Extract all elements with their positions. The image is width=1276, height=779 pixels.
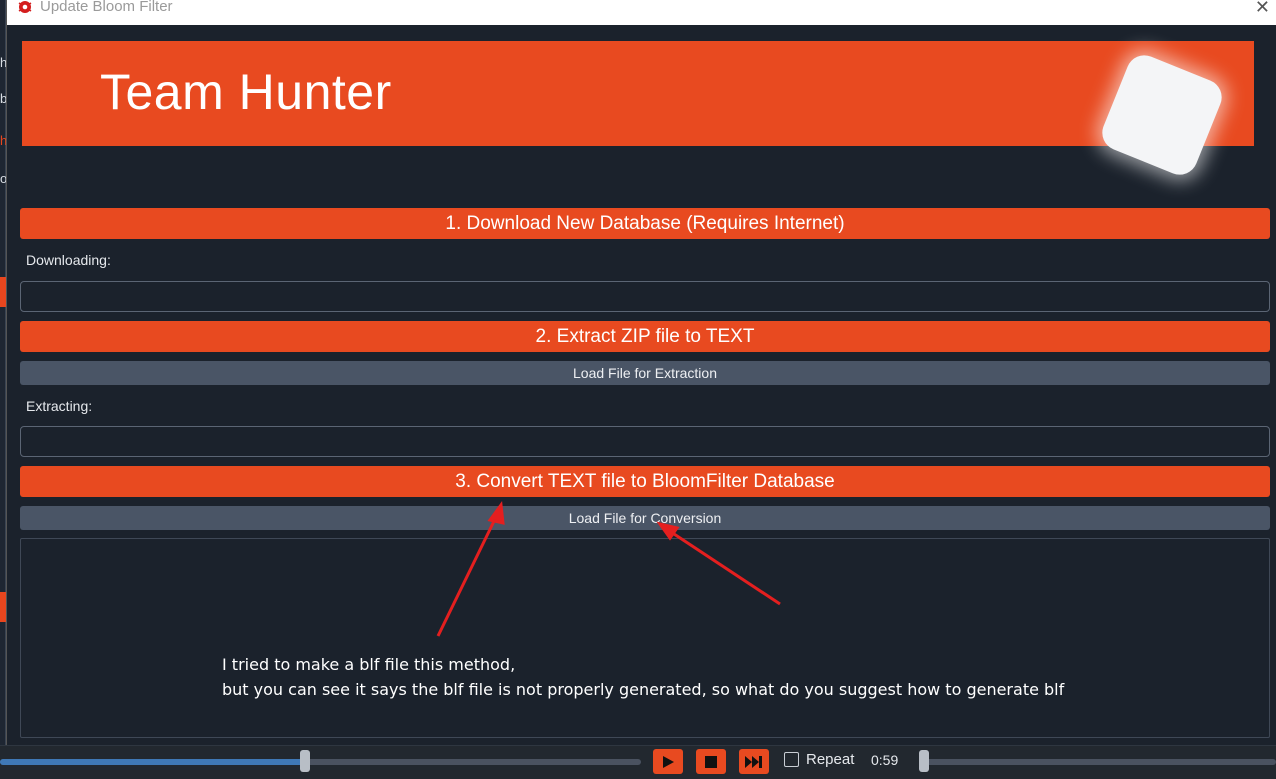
repeat-toggle[interactable]: Repeat	[784, 751, 854, 768]
repeat-label: Repeat	[806, 751, 855, 768]
stop-button[interactable]	[696, 749, 726, 774]
volume-handle[interactable]	[919, 750, 929, 772]
volume-slider[interactable]	[920, 759, 1276, 765]
repeat-checkbox[interactable]	[784, 752, 799, 767]
play-icon	[663, 755, 674, 768]
media-control-bar: Repeat 0:59	[0, 745, 1276, 779]
playback-time: 0:59	[871, 752, 899, 768]
arrow-left	[436, 501, 505, 637]
annotation-arrows	[436, 501, 781, 637]
seek-progress	[0, 759, 305, 765]
fast-forward-icon	[745, 755, 762, 768]
stop-icon	[705, 755, 717, 768]
fast-forward-button[interactable]	[739, 749, 769, 774]
play-button[interactable]	[653, 749, 683, 774]
arrow-right	[656, 521, 781, 606]
seek-handle[interactable]	[300, 750, 310, 772]
seek-slider[interactable]	[0, 759, 641, 765]
